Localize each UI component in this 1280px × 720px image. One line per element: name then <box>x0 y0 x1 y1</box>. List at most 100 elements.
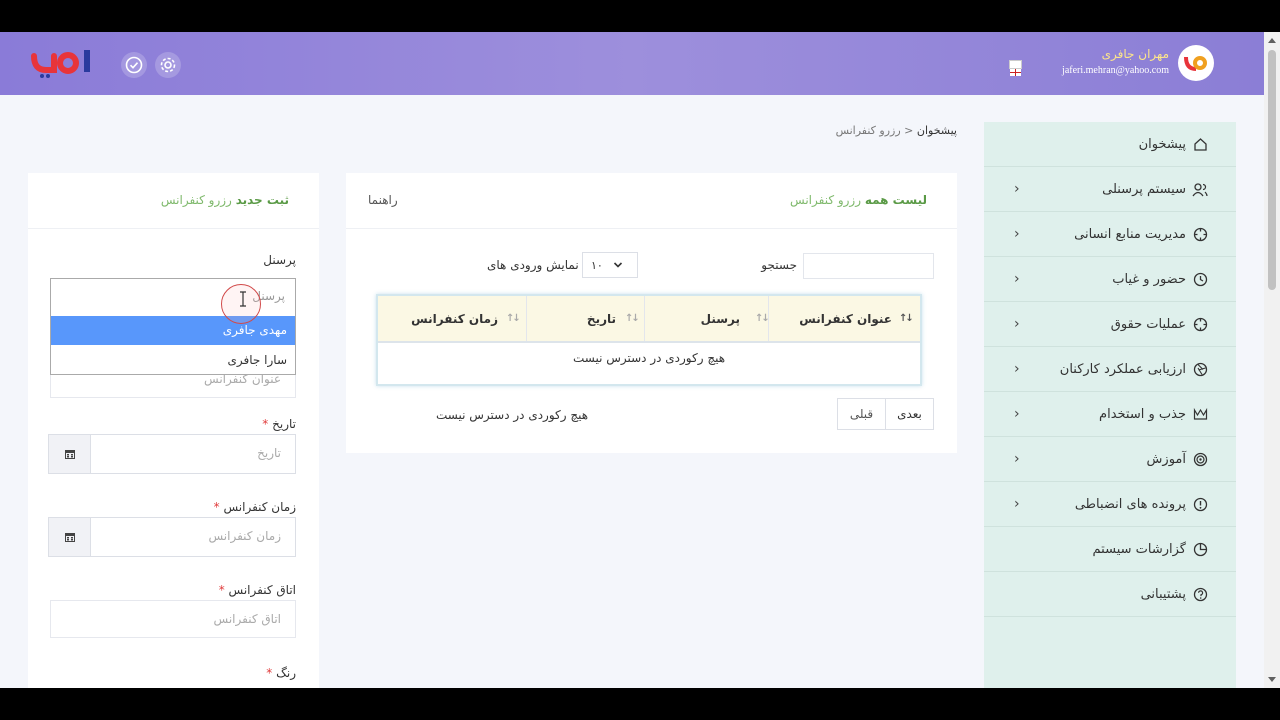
personnel-dropdown: پرسنل مهدی جافری سارا جافری <box>50 278 296 375</box>
chevron-right-icon: › <box>1014 451 1020 467</box>
list-title-bold: لیست همه <box>864 193 927 207</box>
settings-button[interactable] <box>155 52 181 78</box>
scroll-down-icon[interactable] <box>1268 677 1276 682</box>
sort-icon: ↑↓ <box>625 313 640 324</box>
search-input[interactable] <box>803 253 934 279</box>
breadcrumb-current: رزرو کنفرانس <box>835 124 901 137</box>
table-info-text: هیچ رکوردی در دسترس نیست <box>436 408 589 422</box>
form-title-rest: رزرو کنفرانس <box>160 193 232 207</box>
gear-icon <box>160 57 176 73</box>
entries-label: نمایش ورودی های <box>487 258 579 272</box>
sidebar-item-label: پشتیبانی <box>1140 586 1186 602</box>
table-header: ↑↓ عنوان کنفرانس ↑↓ پرسنل ↑↓ تاریخ ↑↓ زم… <box>378 296 920 343</box>
user-email: jaferi.mehran@yahoo.com <box>1062 65 1169 76</box>
sidebar: پیشخوان سیستم پرسنلی › مدیریت منابع انسا… <box>984 122 1236 688</box>
home-icon <box>1192 136 1208 152</box>
time-placeholder: زمان کنفرانس <box>208 529 281 543</box>
sidebar-item-training[interactable]: آموزش › <box>984 437 1236 482</box>
page-scrollbar[interactable] <box>1264 32 1280 688</box>
aperture-icon <box>1192 361 1208 377</box>
form-card-header: ثبت جدید رزرو کنفرانس <box>28 173 319 229</box>
crosshair-icon <box>1192 226 1208 242</box>
column-header-personnel[interactable]: ↑↓ پرسنل <box>644 296 770 341</box>
dropdown-option[interactable]: مهدی جافری <box>51 316 295 345</box>
list-card-title: لیست همه رزرو کنفرانس <box>790 193 927 207</box>
language-flag-icon[interactable] <box>1009 60 1022 76</box>
sidebar-item-support[interactable]: پشتیبانی <box>984 572 1236 617</box>
color-label: رنگ * <box>266 666 296 680</box>
clock-icon <box>1192 271 1208 287</box>
chevron-right-icon: › <box>1014 406 1020 422</box>
ido-logo <box>31 50 90 78</box>
sidebar-item-label: عملیات حقوق <box>1110 316 1186 332</box>
required-mark: * <box>266 666 273 680</box>
sidebar-item-payroll[interactable]: عملیات حقوق › <box>984 302 1236 347</box>
help-circle-icon <box>1192 586 1208 602</box>
chevron-right-icon: › <box>1014 316 1020 332</box>
sidebar-item-dashboard[interactable]: پیشخوان <box>984 122 1236 167</box>
alert-circle-icon <box>1192 496 1208 512</box>
scroll-up-icon[interactable] <box>1268 38 1276 43</box>
form-card-title: ثبت جدید رزرو کنفرانس <box>161 193 289 207</box>
check-button[interactable] <box>121 52 147 78</box>
required-mark: * <box>218 583 225 597</box>
sort-asc-icon: ↑↓ <box>899 313 914 324</box>
search-label: جستجو <box>761 258 797 272</box>
sidebar-item-reports[interactable]: گزارشات سیستم <box>984 527 1236 572</box>
column-header-time[interactable]: ↑↓ زمان کنفرانس <box>378 296 526 341</box>
column-header-date[interactable]: ↑↓ تاریخ <box>526 296 644 341</box>
chevron-right-icon: › <box>1014 181 1020 197</box>
sidebar-item-label: پرونده های انضباطی <box>1074 496 1186 512</box>
scrollbar-thumb[interactable] <box>1268 50 1276 290</box>
column-header-title[interactable]: ↑↓ عنوان کنفرانس <box>768 296 920 341</box>
breadcrumb-home[interactable]: پیشخوان <box>917 124 957 137</box>
form-title-bold: ثبت جدید <box>235 193 289 207</box>
user-name[interactable]: مهران جافری <box>1102 47 1169 61</box>
sidebar-item-hr-management[interactable]: مدیریت منابع انسانی › <box>984 212 1236 257</box>
sidebar-item-personnel-system[interactable]: سیستم پرسنلی › <box>984 167 1236 212</box>
required-mark: * <box>262 417 269 431</box>
calendar-button[interactable] <box>49 435 91 473</box>
calendar-icon <box>64 533 75 542</box>
dropdown-option[interactable]: سارا جافری <box>51 346 295 375</box>
conference-table: ↑↓ عنوان کنفرانس ↑↓ پرسنل ↑↓ تاریخ ↑↓ زم… <box>376 294 922 386</box>
personnel-label: پرسنل <box>263 253 296 267</box>
room-input[interactable]: اتاق کنفرانس <box>50 600 296 638</box>
chevron-down-icon <box>613 259 623 273</box>
list-card-header: لیست همه رزرو کنفرانس راهنما <box>346 173 957 229</box>
calendar-button[interactable] <box>49 518 91 556</box>
time-input[interactable]: زمان کنفرانس <box>48 517 296 557</box>
date-input[interactable]: تاریخ <box>48 434 296 474</box>
sidebar-item-performance[interactable]: ارزیابی عملکرد کارکنان › <box>984 347 1236 392</box>
users-icon <box>1192 181 1208 197</box>
sidebar-item-disciplinary[interactable]: پرونده های انضباطی › <box>984 482 1236 527</box>
sidebar-item-attendance[interactable]: حضور و غیاب › <box>984 257 1236 302</box>
new-conference-form-card: ثبت جدید رزرو کنفرانس پرسنل عنوان کنفران… <box>28 173 319 688</box>
prev-page-button[interactable]: قبلی <box>838 399 885 429</box>
chevron-right-icon: › <box>1014 226 1020 242</box>
text-cursor-icon <box>240 291 246 307</box>
avatar-logo-icon <box>1184 56 1207 71</box>
sidebar-item-recruitment[interactable]: جذب و استخدام › <box>984 392 1236 437</box>
sidebar-item-label: جذب و استخدام <box>1099 406 1186 422</box>
crosshair-icon <box>1192 316 1208 332</box>
sidebar-item-label: ارزیابی عملکرد کارکنان <box>1059 361 1186 377</box>
room-placeholder: اتاق کنفرانس <box>213 612 281 626</box>
sidebar-item-label: پیشخوان <box>1138 136 1186 152</box>
help-link[interactable]: راهنما <box>368 193 398 207</box>
target-icon <box>1192 451 1208 467</box>
avatar[interactable] <box>1178 45 1214 81</box>
crown-icon <box>1192 406 1208 422</box>
entries-per-page-select[interactable]: ۱۰ <box>582 252 638 278</box>
chevron-right-icon: › <box>1014 496 1020 512</box>
chevron-right-icon: › <box>1014 361 1020 377</box>
app-viewport: مهران جافری jaferi.mehran@yahoo.com پیشخ… <box>0 32 1264 688</box>
pie-chart-icon <box>1192 541 1208 557</box>
room-label: اتاق کنفرانس * <box>218 583 296 597</box>
sidebar-item-label: سیستم پرسنلی <box>1102 181 1186 197</box>
time-label: زمان کنفرانس * <box>213 500 296 514</box>
next-page-button[interactable]: بعدی <box>885 399 933 429</box>
conference-list-card: لیست همه رزرو کنفرانس راهنما جستجو ۱۰ نم… <box>346 173 957 453</box>
entries-value: ۱۰ <box>591 258 603 272</box>
calendar-icon <box>64 450 75 459</box>
